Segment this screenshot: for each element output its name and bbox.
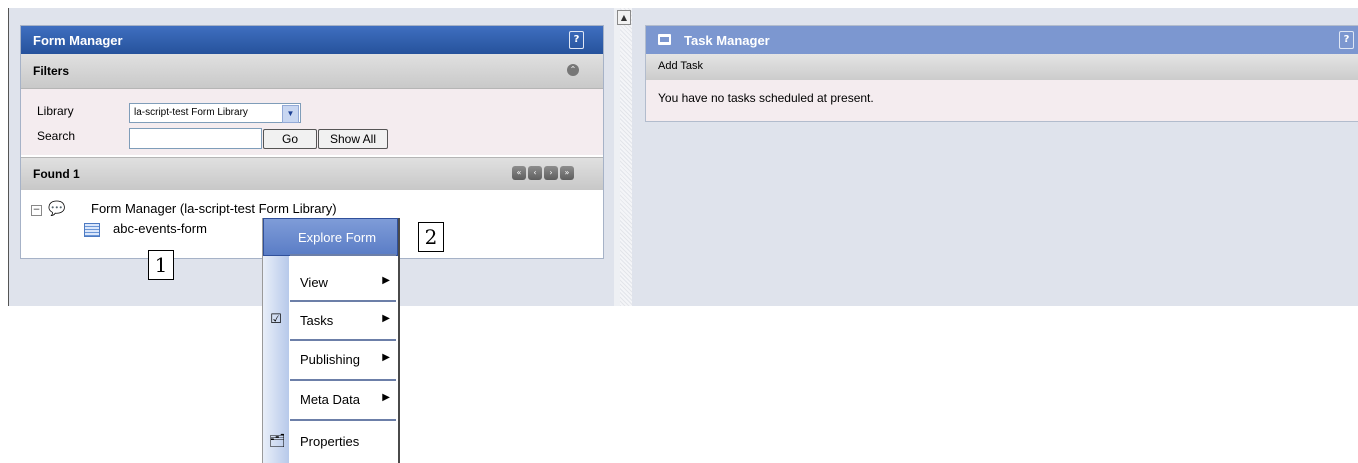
help-icon[interactable]: ? <box>1339 31 1354 49</box>
menu-separator <box>290 419 396 421</box>
form-manager-title-bar: Form Manager ? <box>21 26 603 54</box>
menu-item-explore-form[interactable]: Explore Form <box>263 218 398 256</box>
library-select[interactable]: la-script-test Form Library ▼ <box>129 103 301 123</box>
menu-item-label: View <box>300 275 328 290</box>
search-label: Search <box>37 129 76 143</box>
results-bar: Found 1 « ‹ › » <box>21 157 603 190</box>
splitter-grip[interactable] <box>620 8 632 306</box>
found-count: Found 1 <box>33 167 80 181</box>
menu-item-label: Tasks <box>300 313 334 328</box>
search-input[interactable] <box>129 128 262 149</box>
empty-tasks-message: You have no tasks scheduled at present. <box>658 91 874 105</box>
collapse-icon[interactable]: ⌃ <box>567 64 579 76</box>
tree-root-node[interactable]: Form Manager (la-script-test Form Librar… <box>91 201 337 216</box>
tree-collapse-icon[interactable]: − <box>31 205 42 216</box>
task-toolbar: Add Task <box>646 54 1358 80</box>
menu-item-label: Properties <box>300 434 360 449</box>
chevron-down-icon[interactable]: ▼ <box>282 105 299 123</box>
add-task-link[interactable]: Add Task <box>658 60 703 72</box>
filter-area: Library la-script-test Form Library ▼ Se… <box>21 89 603 155</box>
menu-item-label: Explore Form <box>298 230 377 245</box>
menu-item-properties[interactable]: Properties <box>290 423 396 461</box>
task-manager-panel: Task Manager ? Add Task You have no task… <box>645 25 1358 122</box>
form-manager-icon: 💬 <box>48 201 66 217</box>
menu-item-view[interactable]: View ▶ <box>290 264 396 302</box>
menu-item-meta-data[interactable]: Meta Data ▶ <box>290 381 396 419</box>
menu-item-publishing[interactable]: Publishing ▶ <box>290 341 396 379</box>
go-button[interactable]: Go <box>263 129 317 149</box>
submenu-arrow-icon: ▶ <box>382 352 390 363</box>
submenu-arrow-icon: ▶ <box>382 313 390 324</box>
show-all-button[interactable]: Show All <box>318 129 388 149</box>
callout-2: 2 <box>418 222 444 252</box>
tasks-checklist-icon: ☑ <box>270 312 282 327</box>
library-label: Library <box>37 104 74 118</box>
properties-icon: 🗂 <box>269 434 286 449</box>
next-page-icon[interactable]: › <box>544 166 558 180</box>
context-menu: Explore Form View ▶ ☑ Tasks ▶ Publishing… <box>262 218 400 463</box>
collapse-up-icon[interactable]: ▲ <box>617 10 631 25</box>
menu-separator <box>290 254 396 256</box>
library-select-value: la-script-test Form Library <box>134 107 248 118</box>
filters-bar[interactable]: Filters ⌃ <box>21 54 603 89</box>
task-manager-title-bar: Task Manager ? <box>646 26 1358 54</box>
task-manager-title: Task Manager <box>684 33 770 48</box>
form-manager-title: Form Manager <box>33 33 123 48</box>
form-icon <box>84 223 100 237</box>
help-icon[interactable]: ? <box>569 31 584 49</box>
submenu-arrow-icon: ▶ <box>382 275 390 286</box>
filters-label: Filters <box>33 64 70 78</box>
folder-icon <box>658 34 671 45</box>
last-page-icon[interactable]: » <box>560 166 574 180</box>
menu-item-label: Publishing <box>300 352 360 367</box>
submenu-arrow-icon: ▶ <box>382 392 390 403</box>
menu-item-label: Meta Data <box>300 392 360 407</box>
callout-1: 1 <box>148 250 174 280</box>
previous-page-icon[interactable]: ‹ <box>528 166 542 180</box>
tree-child-node[interactable]: abc-events-form <box>113 221 207 236</box>
first-page-icon[interactable]: « <box>512 166 526 180</box>
menu-item-tasks[interactable]: Tasks ▶ <box>290 302 396 340</box>
